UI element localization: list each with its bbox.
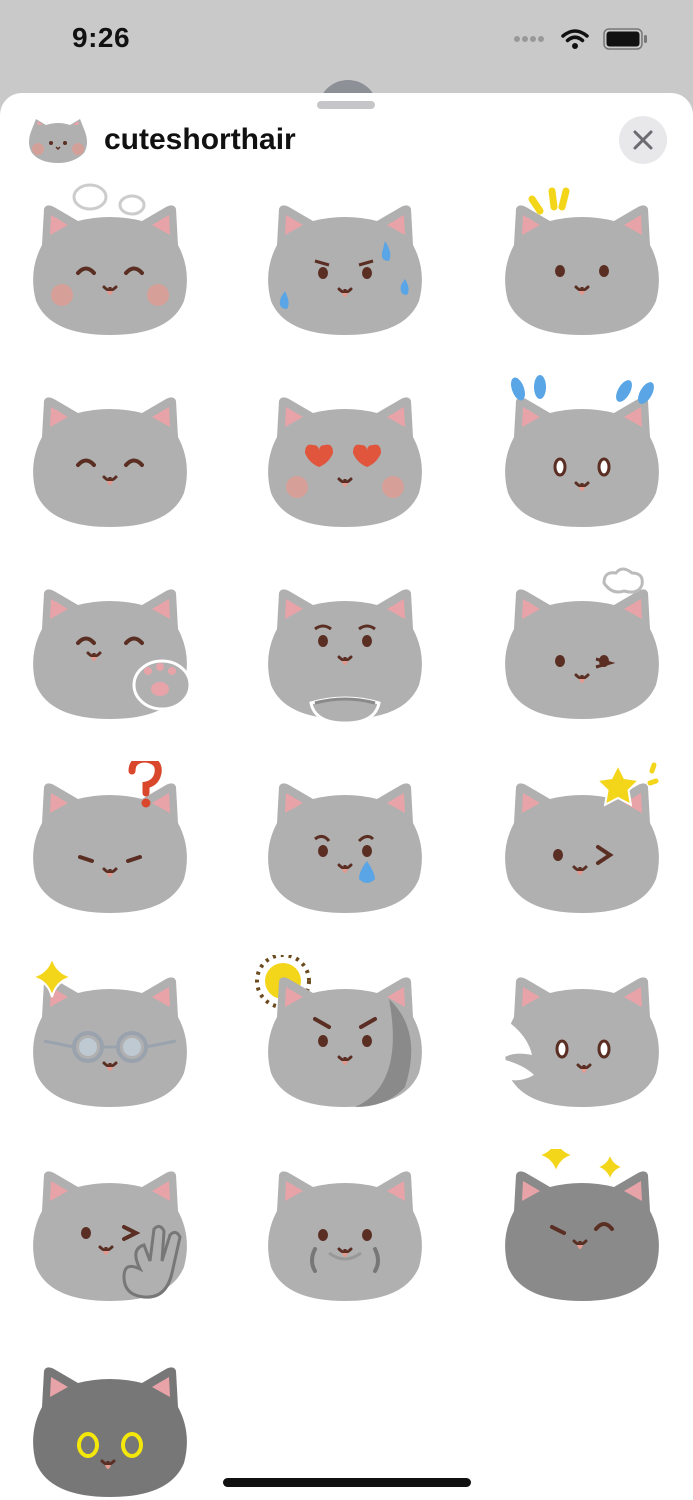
sticker-pack-sheet: cuteshorthair [0, 93, 693, 1500]
sticker-image [33, 183, 187, 335]
sticker-image [502, 977, 659, 1107]
sticker-image [505, 762, 659, 913]
wifi-icon [561, 29, 589, 49]
sticker-image [505, 375, 659, 527]
home-indicator[interactable] [223, 1478, 471, 1487]
sticker-star-wink[interactable] [492, 761, 672, 931]
sticker-pack-title: cuteshorthair [104, 123, 296, 156]
sticker-surprise-lines[interactable] [492, 183, 672, 353]
sticker-happy[interactable] [20, 375, 200, 545]
sticker-image [268, 205, 422, 335]
sticker-image [33, 1367, 187, 1497]
sticker-image [268, 397, 422, 527]
sticker-heart-eyes[interactable] [255, 375, 435, 545]
sticker-glasses[interactable] [20, 955, 200, 1125]
sticker-hug-pillow[interactable] [255, 567, 435, 737]
status-bar: 9:26 [0, 0, 693, 80]
sticker-pack-avatar [29, 119, 87, 163]
close-button[interactable] [619, 116, 667, 164]
battery-icon [603, 28, 647, 50]
sticker-image [33, 1171, 187, 1301]
sticker-image [33, 589, 192, 719]
sticker-dark-yellow-eyes[interactable] [20, 1345, 200, 1500]
sticker-shock-drops[interactable] [492, 375, 672, 545]
sticker-image [505, 187, 659, 335]
sticker-thought-cloud[interactable] [492, 567, 672, 737]
sheet-grabber[interactable] [317, 101, 375, 109]
sticker-image [33, 397, 187, 527]
sticker-image [268, 783, 422, 913]
sticker-image [31, 956, 187, 1107]
sticker-dark-sparkles[interactable] [492, 1149, 672, 1319]
status-time: 9:26 [72, 22, 131, 53]
sticker-peeking[interactable] [492, 955, 672, 1125]
cellular-signal-icon [514, 36, 544, 42]
sticker-image [268, 1171, 422, 1301]
sticker-sun-angry[interactable] [255, 955, 435, 1125]
sticker-paw-wave[interactable] [20, 567, 200, 737]
sticker-wink-ok[interactable] [20, 1149, 200, 1319]
sticker-image [268, 589, 422, 725]
sticker-image [505, 1149, 659, 1301]
sticker-image [505, 567, 659, 719]
sticker-crying[interactable] [255, 761, 435, 931]
sticker-sweat-drops[interactable] [255, 183, 435, 353]
sticker-image [33, 761, 187, 913]
status-icons [513, 28, 649, 50]
sticker-thought-bubbles[interactable] [20, 183, 200, 353]
sticker-shy[interactable] [255, 1149, 435, 1319]
sticker-image [255, 955, 422, 1107]
sticker-question-mark[interactable] [20, 761, 200, 931]
close-icon [633, 130, 653, 150]
